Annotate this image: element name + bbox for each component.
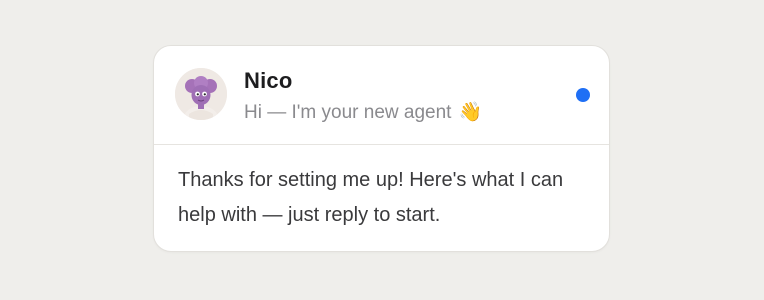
notification-header: Nico Hi — I'm your new agent 👋 bbox=[154, 46, 609, 145]
message-body-text: Thanks for setting me up! Here's what I … bbox=[178, 169, 564, 226]
character-avatar-icon bbox=[175, 68, 227, 120]
preview-text: Hi — I'm your new agent bbox=[244, 102, 452, 123]
notification-body: Thanks for setting me up! Here's what I … bbox=[154, 145, 609, 233]
avatar bbox=[175, 68, 227, 120]
waving-hand-icon: 👋 bbox=[458, 102, 483, 123]
message-preview: Hi — I'm your new agent 👋 bbox=[244, 100, 482, 124]
sender-name: Nico bbox=[244, 68, 293, 93]
notification-card[interactable]: Nico Hi — I'm your new agent 👋 Thanks fo… bbox=[153, 45, 610, 252]
unread-indicator-dot bbox=[576, 88, 590, 102]
